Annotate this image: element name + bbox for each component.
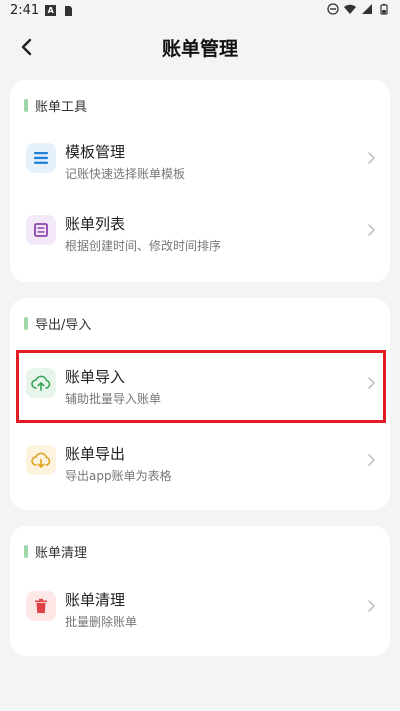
cloud-upload-icon <box>26 368 56 398</box>
section-title: 账单清理 <box>24 542 87 561</box>
section-card-import-export: 导出/导入 账单导入 辅助批量导入账单 账单导出 导出app账单为表格 <box>10 298 390 510</box>
chevron-right-icon <box>368 152 375 164</box>
item-template-management[interactable]: 模板管理 记账快速选择账单模板 <box>18 128 382 190</box>
section-title-label: 导出/导入 <box>35 318 92 333</box>
section-title-label: 账单工具 <box>35 100 88 115</box>
section-title: 导出/导入 <box>24 314 91 333</box>
battery-icon <box>380 3 388 15</box>
signal-icon <box>362 4 372 14</box>
chevron-right-icon <box>368 454 375 466</box>
chevron-right-icon <box>368 377 375 389</box>
chevron-right-icon <box>368 600 375 612</box>
sd-card-icon <box>65 5 73 16</box>
item-bill-cleanup[interactable]: 账单清理 批量删除账单 <box>18 576 382 638</box>
item-subtitle: 导出app账单为表格 <box>65 469 172 483</box>
notification-a-icon: A <box>45 5 57 16</box>
item-subtitle: 批量删除账单 <box>65 615 138 629</box>
section-title: 账单工具 <box>24 96 87 115</box>
section-card-cleanup: 账单清理 账单清理 批量删除账单 <box>10 526 390 656</box>
item-subtitle: 辅助批量导入账单 <box>65 392 162 406</box>
item-bill-export[interactable]: 账单导出 导出app账单为表格 <box>18 430 382 492</box>
item-title: 账单列表 <box>65 215 126 233</box>
page-title: 账单管理 <box>161 38 238 60</box>
item-subtitle: 记账快速选择账单模板 <box>65 167 186 181</box>
status-left: 2:41 A <box>10 3 74 18</box>
status-time: 2:41 <box>10 3 40 18</box>
section-accent-bar <box>24 317 28 330</box>
item-title: 模板管理 <box>65 143 126 161</box>
section-title-label: 账单清理 <box>35 546 88 561</box>
section-accent-bar <box>24 545 28 558</box>
item-bill-import[interactable]: 账单导入 辅助批量导入账单 <box>18 353 382 415</box>
section-card-tools: 账单工具 模板管理 记账快速选择账单模板 账单列表 根据创建时间、修改时间排序 <box>10 80 390 282</box>
list-icon <box>26 143 56 173</box>
item-title: 账单清理 <box>65 591 126 609</box>
item-title: 账单导入 <box>65 368 126 386</box>
cloud-download-icon <box>26 445 56 475</box>
status-right <box>327 3 390 15</box>
section-accent-bar <box>24 99 28 112</box>
item-subtitle: 根据创建时间、修改时间排序 <box>65 239 222 253</box>
item-title: 账单导出 <box>65 445 126 463</box>
item-bill-list[interactable]: 账单列表 根据创建时间、修改时间排序 <box>18 200 382 262</box>
trash-icon <box>26 591 56 621</box>
chevron-right-icon <box>368 224 375 236</box>
document-list-icon <box>26 215 56 245</box>
do-not-disturb-icon <box>327 3 339 15</box>
status-bar: 2:41 A <box>0 0 400 22</box>
header: 账单管理 <box>0 22 400 72</box>
wifi-icon <box>344 4 356 14</box>
